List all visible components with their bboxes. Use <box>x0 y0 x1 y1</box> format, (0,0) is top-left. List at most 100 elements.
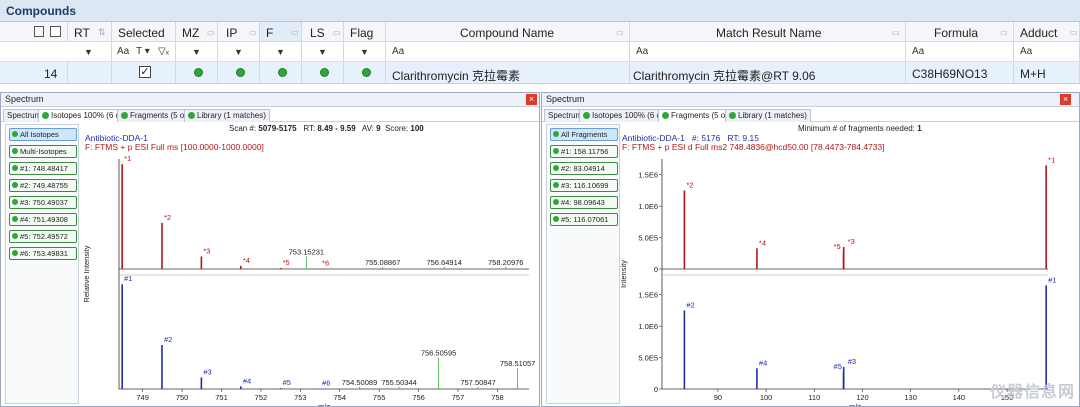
column-header-f[interactable]: F ▭ <box>260 22 302 41</box>
reference-peak-label: #1 <box>1048 275 1056 284</box>
reference-peak-label: #3 <box>203 367 211 376</box>
dropdown-arrow-icon[interactable]: ▼ <box>318 47 327 57</box>
reference-peak-label: #6 <box>322 379 330 388</box>
list-item[interactable]: #6: 753.49831 <box>9 247 77 260</box>
x-tick-label: 753 <box>294 393 307 402</box>
mz-cell <box>176 62 218 83</box>
panel-tabs: Spectrum Isotopes 100% (6 of 6) Fragment… <box>1 108 539 122</box>
filter-cell-compound-name[interactable]: Aa <box>386 42 630 61</box>
selected-cell[interactable]: ✓ <box>112 62 176 83</box>
list-item[interactable]: #4: 751.49308 <box>9 213 77 226</box>
boolean-filter-icon[interactable]: T ▾ <box>136 46 150 57</box>
list-item[interactable]: #3: 116.10699 <box>550 179 618 192</box>
text-filter-icon[interactable]: Aa <box>912 46 924 57</box>
peak-label: 757.50847 <box>460 378 495 387</box>
dropdown-arrow-icon[interactable]: ▼ <box>192 47 201 57</box>
filter-cell-match-result-name[interactable]: Aa <box>630 42 906 61</box>
panel-title: Spectrum <box>5 94 44 104</box>
status-dot-icon <box>121 112 128 119</box>
filter-pin-icon[interactable]: ▭ <box>207 28 215 37</box>
peak-label: 754.50089 <box>342 378 377 387</box>
column-header-ls[interactable]: LS ▭ <box>302 22 344 41</box>
filter-pin-icon[interactable]: ▭ <box>892 28 900 37</box>
list-item[interactable]: #5: 116.07061 <box>550 213 618 226</box>
dropdown-arrow-icon[interactable]: ▼ <box>84 47 93 57</box>
selected-checkbox[interactable]: ✓ <box>139 66 151 78</box>
list-item[interactable]: #1: 158.11756 <box>550 145 618 158</box>
column-header-compound-name[interactable]: Compound Name ▭ <box>386 22 630 41</box>
x-tick-label: 756 <box>412 393 425 402</box>
close-icon[interactable]: × <box>526 94 537 105</box>
row-index-cell[interactable]: 14 <box>0 62 68 83</box>
text-filter-icon[interactable]: Aa <box>1020 46 1032 57</box>
status-dot-icon <box>553 148 559 154</box>
column-header-mz[interactable]: MZ ▭ <box>176 22 218 41</box>
column-header-formula[interactable]: Formula ▭ <box>906 22 1014 41</box>
dropdown-arrow-icon[interactable]: ▼ <box>276 47 285 57</box>
table-row[interactable]: 14 ✓ Clarithromycin 克拉霉素 Clarithromycin … <box>0 62 1080 84</box>
filter-pin-icon[interactable]: ▭ <box>616 28 624 37</box>
text-filter-icon[interactable]: Aa <box>117 46 129 57</box>
column-header-rt[interactable]: RT ⇅ <box>68 22 112 41</box>
match-result-name-value: Clarithromycin 克拉霉素@RT 9.06 <box>633 69 816 83</box>
column-chooser-icon[interactable] <box>34 26 44 37</box>
status-dot-icon <box>362 68 371 77</box>
status-dot-icon <box>188 112 195 119</box>
text-filter-icon[interactable]: Aa <box>392 46 404 57</box>
column-header-adduct[interactable]: Adduct ▭ <box>1014 22 1080 41</box>
sort-icon[interactable]: ⇅ <box>98 27 106 38</box>
status-dot-icon <box>12 216 18 222</box>
filter-cell-rt[interactable]: ▼ <box>68 42 112 61</box>
list-item[interactable]: Multi-Isotopes <box>9 145 77 158</box>
list-item[interactable]: #2: 83.04914 <box>550 162 618 175</box>
peak-label: 755.08867 <box>365 258 400 267</box>
isotope-mirror-chart[interactable]: 749 750 751 752 753 754 755 756 757 758 m/z Relativ… <box>81 151 537 406</box>
tab-library[interactable]: Library (1 matches) <box>184 109 270 122</box>
column-header-ip[interactable]: IP ▭ <box>218 22 260 41</box>
close-icon[interactable]: × <box>1060 94 1071 105</box>
list-item[interactable]: All Isotopes <box>9 128 77 141</box>
status-dot-icon <box>320 68 329 77</box>
f-cell <box>260 62 302 83</box>
filter-cell-mz[interactable]: ▼ <box>176 42 218 61</box>
filter-cell-selected[interactable]: Aa T ▾ ▽ₓ <box>112 42 176 61</box>
column-header-selected[interactable]: Selected <box>112 22 176 41</box>
column-header-match-result-name[interactable]: Match Result Name ▭ <box>630 22 906 41</box>
clear-filter-icon[interactable]: ▽ₓ <box>158 46 169 57</box>
list-item[interactable]: All Fragments <box>550 128 618 141</box>
y-tick-label: 5.0E5 <box>638 354 658 363</box>
row-selector-header[interactable] <box>0 22 68 41</box>
text-filter-icon[interactable]: Aa <box>636 46 648 57</box>
dropdown-arrow-icon[interactable]: ▼ <box>360 47 369 57</box>
filter-pin-icon[interactable]: ▭ <box>291 28 299 37</box>
x-tick-label: 750 <box>176 393 189 402</box>
y-tick-label: 1.0E6 <box>638 322 658 331</box>
list-item[interactable]: #2: 749.48755 <box>9 179 77 192</box>
filter-pin-icon[interactable]: ▭ <box>249 28 257 37</box>
select-all-checkbox[interactable] <box>50 26 61 37</box>
filter-cell-f[interactable]: ▼ <box>260 42 302 61</box>
filter-pin-icon[interactable]: ▭ <box>333 28 341 37</box>
filter-pin-icon[interactable]: ▭ <box>1070 28 1078 37</box>
filter-pin-icon[interactable]: ▭ <box>1000 28 1008 37</box>
list-item[interactable]: #1: 748.48417 <box>9 162 77 175</box>
reference-peak-label: #4 <box>243 376 251 385</box>
fragment-mirror-chart[interactable]: 0 0 5.0E5 5.0E5 1.0E6 1.0E6 1.5E6 1.5E6 90 100 110… <box>618 151 1074 406</box>
adduct-cell: M+H <box>1014 62 1080 83</box>
list-item[interactable]: #3: 750.49037 <box>9 196 77 209</box>
tab-library[interactable]: Library (1 matches) <box>725 109 811 122</box>
tab-label: Library (1 matches) <box>738 111 807 120</box>
column-header-flag[interactable]: Flag <box>344 22 386 41</box>
filter-cell-ip[interactable]: ▼ <box>218 42 260 61</box>
filter-cell-ls[interactable]: ▼ <box>302 42 344 61</box>
filter-cell-formula[interactable]: Aa <box>906 42 1014 61</box>
filter-cell-adduct[interactable]: Aa <box>1014 42 1080 61</box>
list-item[interactable]: #5: 752.49572 <box>9 230 77 243</box>
list-item-label: #1: 748.48417 <box>20 164 68 173</box>
dropdown-arrow-icon[interactable]: ▼ <box>234 47 243 57</box>
filter-cell-flag[interactable]: ▼ <box>344 42 386 61</box>
list-item-label: All Isotopes <box>20 130 59 139</box>
list-item[interactable]: #4: 98.09643 <box>550 196 618 209</box>
peak-label: 756.64914 <box>426 258 461 267</box>
grid-filter-row: ▼ Aa T ▾ ▽ₓ ▼ ▼ ▼ ▼ ▼ Aa Aa Aa Aa <box>0 42 1080 62</box>
